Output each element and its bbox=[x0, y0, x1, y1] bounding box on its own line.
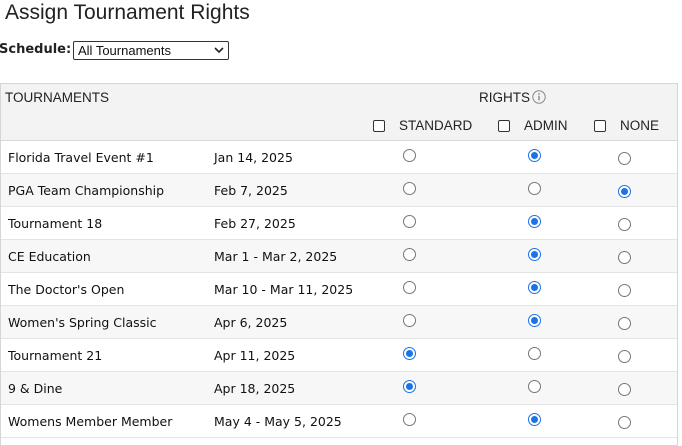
header-admin: ADMIN bbox=[524, 118, 568, 133]
tournament-name: CE Education bbox=[8, 249, 91, 264]
table-row: 9 & Dine Apr 18, 2025 bbox=[1, 372, 677, 405]
none-radio[interactable] bbox=[618, 284, 631, 297]
standard-radio[interactable] bbox=[403, 380, 416, 393]
admin-radio[interactable] bbox=[528, 215, 541, 228]
schedule-selected-value: All Tournaments bbox=[78, 43, 171, 58]
admin-radio[interactable] bbox=[528, 281, 541, 294]
admin-radio[interactable] bbox=[528, 347, 541, 360]
tournament-date: Apr 18, 2025 bbox=[214, 381, 296, 396]
standard-radio[interactable] bbox=[403, 215, 416, 228]
tournament-date: Jan 14, 2025 bbox=[214, 150, 293, 165]
rights-table: TOURNAMENTS RIGHTS STANDARD ADMIN NONE F… bbox=[0, 83, 678, 446]
schedule-select[interactable]: All Tournaments bbox=[73, 41, 229, 60]
select-all-none-checkbox[interactable] bbox=[594, 120, 606, 132]
chevron-down-icon bbox=[214, 47, 224, 54]
none-radio[interactable] bbox=[618, 350, 631, 363]
header-standard: STANDARD bbox=[399, 118, 473, 133]
none-radio[interactable] bbox=[618, 383, 631, 396]
tournament-name: Women's Spring Classic bbox=[8, 315, 157, 330]
header-none: NONE bbox=[620, 118, 660, 133]
table-header-top: TOURNAMENTS RIGHTS bbox=[1, 84, 677, 112]
admin-radio[interactable] bbox=[528, 314, 541, 327]
admin-radio[interactable] bbox=[528, 182, 541, 195]
admin-radio[interactable] bbox=[528, 248, 541, 261]
none-radio[interactable] bbox=[618, 185, 631, 198]
tournament-date: Apr 6, 2025 bbox=[214, 315, 288, 330]
table-row: Womens Member Member May 4 - May 5, 2025 bbox=[1, 405, 677, 438]
tournament-date: Feb 7, 2025 bbox=[214, 183, 288, 198]
admin-radio[interactable] bbox=[528, 413, 541, 426]
standard-radio[interactable] bbox=[403, 248, 416, 261]
tournament-date: Feb 27, 2025 bbox=[214, 216, 296, 231]
tournament-name: The Doctor's Open bbox=[8, 282, 125, 297]
standard-radio[interactable] bbox=[403, 347, 416, 360]
tournament-name: Womens Member Member bbox=[8, 414, 173, 429]
standard-radio[interactable] bbox=[403, 413, 416, 426]
schedule-label: Schedule: bbox=[0, 42, 72, 57]
none-radio[interactable] bbox=[618, 251, 631, 264]
table-row: Women's Spring Classic Apr 6, 2025 bbox=[1, 306, 677, 339]
standard-radio[interactable] bbox=[403, 182, 416, 195]
tournament-name: PGA Team Championship bbox=[8, 183, 165, 198]
standard-radio[interactable] bbox=[403, 314, 416, 327]
none-radio[interactable] bbox=[618, 152, 631, 165]
tournament-name: Tournament 18 bbox=[8, 216, 103, 231]
info-icon[interactable] bbox=[532, 90, 546, 104]
table-row: Florida Travel Event #1 Jan 14, 2025 bbox=[1, 141, 677, 174]
header-rights: RIGHTS bbox=[479, 90, 531, 105]
page-title: Assign Tournament Rights bbox=[5, 1, 250, 24]
tournament-date: Mar 1 - Mar 2, 2025 bbox=[214, 249, 338, 264]
table-row: Tournament 21 Apr 11, 2025 bbox=[1, 339, 677, 372]
tournament-name: Tournament 21 bbox=[8, 348, 103, 363]
tournament-date: Mar 10 - Mar 11, 2025 bbox=[214, 282, 354, 297]
standard-radio[interactable] bbox=[403, 149, 416, 162]
admin-radio[interactable] bbox=[528, 149, 541, 162]
table-row: PGA Team Championship Feb 7, 2025 bbox=[1, 174, 677, 207]
select-all-standard-checkbox[interactable] bbox=[373, 120, 385, 132]
none-radio[interactable] bbox=[618, 218, 631, 231]
table-row: Tournament 18 Feb 27, 2025 bbox=[1, 207, 677, 240]
admin-radio[interactable] bbox=[528, 380, 541, 393]
table-row: CE Education Mar 1 - Mar 2, 2025 bbox=[1, 240, 677, 273]
none-radio[interactable] bbox=[618, 416, 631, 429]
tournament-date: Apr 11, 2025 bbox=[214, 348, 296, 363]
table-header-options: STANDARD ADMIN NONE bbox=[1, 111, 677, 141]
header-tournaments: TOURNAMENTS bbox=[5, 90, 110, 105]
tournament-date: May 4 - May 5, 2025 bbox=[214, 414, 342, 429]
select-all-admin-checkbox[interactable] bbox=[498, 120, 510, 132]
tournament-name: Florida Travel Event #1 bbox=[8, 150, 154, 165]
tournament-name: 9 & Dine bbox=[8, 381, 63, 396]
standard-radio[interactable] bbox=[403, 281, 416, 294]
table-row: The Doctor's Open Mar 10 - Mar 11, 2025 bbox=[1, 273, 677, 306]
none-radio[interactable] bbox=[618, 317, 631, 330]
